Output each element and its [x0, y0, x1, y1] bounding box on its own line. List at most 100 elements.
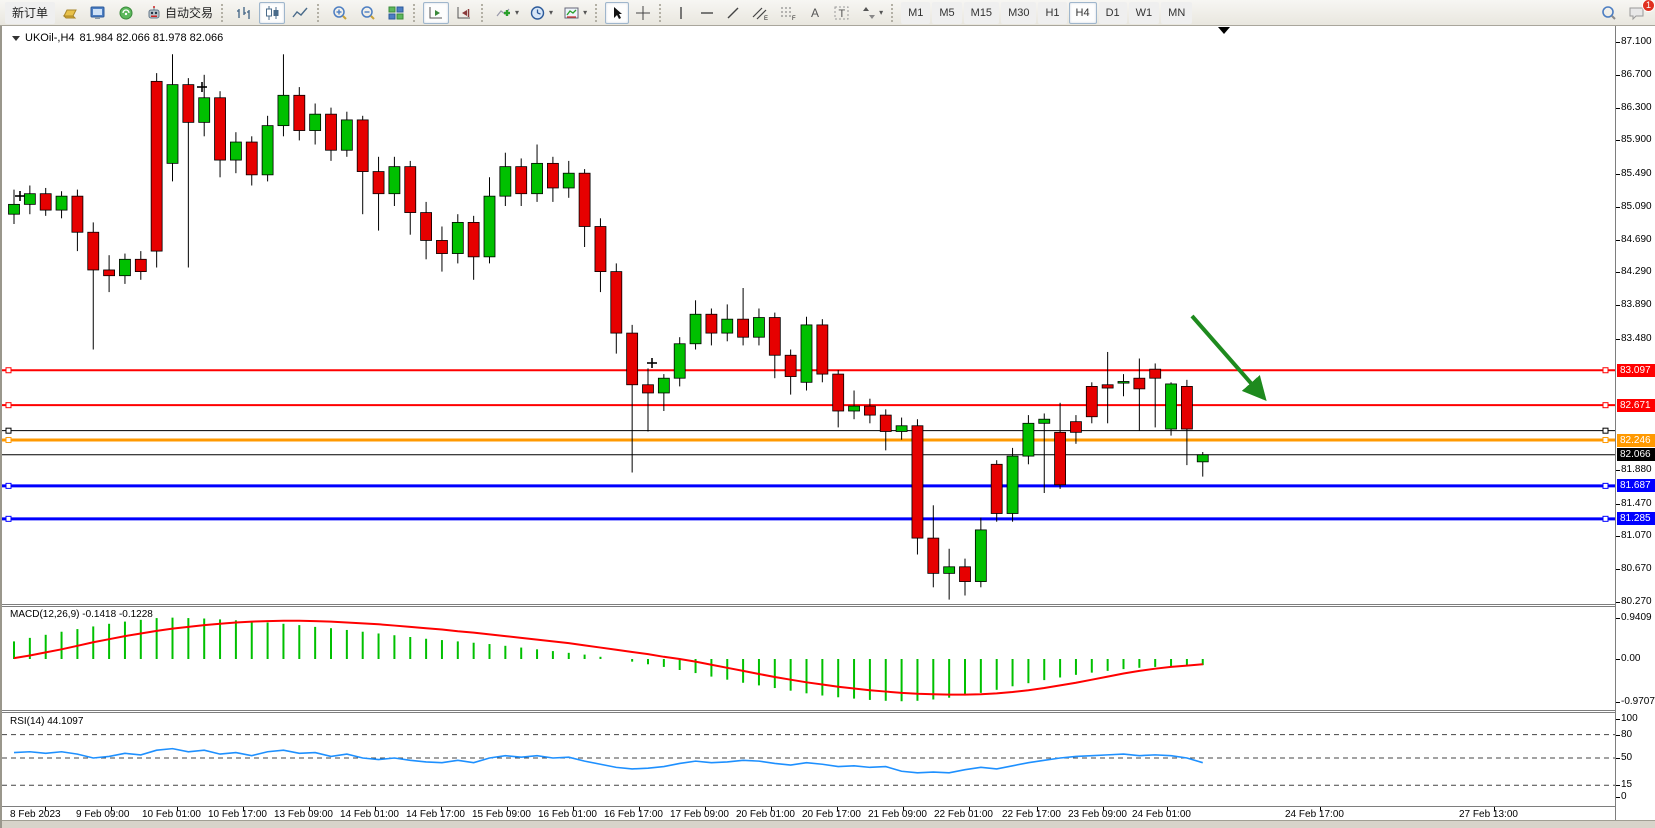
toolbar-grip[interactable]: [413, 4, 419, 22]
search-button[interactable]: [1596, 2, 1622, 24]
timeframe-mn[interactable]: MN: [1161, 2, 1192, 24]
price-level-tag: 82.671: [1617, 399, 1655, 412]
toolbar-grip[interactable]: [595, 4, 601, 22]
price-chart-canvas[interactable]: [2, 26, 1615, 604]
hline-82.671[interactable]: [2, 403, 1615, 408]
timeframe-m1[interactable]: M1: [901, 2, 930, 24]
templates-icon: [563, 5, 581, 21]
candle: [199, 75, 210, 137]
timeframe-m30[interactable]: M30: [1001, 2, 1036, 24]
candlestick-chart-button[interactable]: [259, 2, 285, 24]
crosshair-button[interactable]: [631, 2, 655, 24]
vertical-line-icon: [674, 5, 688, 21]
candle: [880, 409, 891, 450]
candle: [88, 222, 99, 349]
chart-shift-button[interactable]: [451, 2, 477, 24]
trendline-button[interactable]: [721, 2, 745, 24]
toolbar-grip[interactable]: [659, 4, 665, 22]
hline-81.285[interactable]: [2, 516, 1615, 521]
price-tick: 81.470: [1621, 498, 1652, 509]
rsi-chart-canvas[interactable]: [2, 713, 1615, 806]
timeframe-m5[interactable]: M5: [932, 2, 961, 24]
cross-marker[interactable]: [647, 358, 657, 368]
horizontal-line-icon: [699, 5, 715, 21]
timeframe-w1[interactable]: W1: [1129, 2, 1160, 24]
text-label-icon: T: [833, 5, 851, 21]
new-order-button[interactable]: 新订单: [5, 2, 55, 24]
axis-tick: [1616, 240, 1620, 241]
rsi-line: [14, 749, 1203, 773]
candle: [278, 54, 289, 136]
candle: [960, 559, 971, 596]
rsi-tick: 0: [1621, 791, 1627, 802]
text-label-button[interactable]: T: [829, 2, 855, 24]
current-price-tag: 82.066: [1617, 448, 1655, 461]
price-axis[interactable]: 87.10086.70086.30085.90085.49085.09084.6…: [1615, 26, 1655, 820]
hline-82.246[interactable]: [2, 438, 1615, 443]
svg-text:A: A: [811, 6, 819, 20]
fibonacci-button[interactable]: F: [775, 2, 801, 24]
timeframe-h4[interactable]: H4: [1069, 2, 1097, 24]
price-tick: 80.270: [1621, 596, 1652, 607]
toolbar-grip[interactable]: [221, 4, 227, 22]
vertical-line-button[interactable]: [669, 2, 693, 24]
axis-tick: [1616, 719, 1620, 720]
time-label: 22 Feb 17:00: [1002, 809, 1061, 820]
zoom-out-button[interactable]: [355, 2, 381, 24]
axis-tick: [1616, 75, 1620, 76]
channel-button[interactable]: E: [747, 2, 773, 24]
arrows-icon: [861, 5, 877, 21]
notifications-button[interactable]: 1: [1624, 2, 1650, 24]
candle: [690, 300, 701, 349]
toolbar-grip[interactable]: [481, 4, 487, 22]
timeframe-m15[interactable]: M15: [964, 2, 999, 24]
window-bottom-strip: [2, 820, 1655, 828]
arrows-button[interactable]: ▾: [857, 2, 887, 24]
time-label: 10 Feb 01:00: [142, 809, 201, 820]
cross-marker[interactable]: [197, 82, 207, 92]
candle: [833, 370, 844, 427]
time-axis[interactable]: 8 Feb 20239 Feb 09:0010 Feb 01:0010 Feb …: [2, 806, 1615, 820]
bar-chart-button[interactable]: [231, 2, 257, 24]
toolbar-grip[interactable]: [317, 4, 323, 22]
rsi-tick: 50: [1621, 752, 1632, 763]
candle: [246, 136, 257, 185]
templates-button[interactable]: ▾: [559, 2, 591, 24]
timeframe-d1[interactable]: D1: [1099, 2, 1127, 24]
candle: [1118, 374, 1129, 396]
text-button[interactable]: A: [803, 2, 827, 24]
candle: [769, 313, 780, 379]
hline-81.687[interactable]: [2, 483, 1615, 488]
rsi-tick: 100: [1621, 713, 1638, 724]
signal-button[interactable]: [113, 2, 139, 24]
price-tick: 84.690: [1621, 234, 1652, 245]
candle: [357, 116, 368, 214]
candle: [563, 161, 574, 198]
svg-text:T: T: [839, 8, 846, 20]
chevron-down-icon: ▾: [583, 8, 587, 17]
auto-scroll-button[interactable]: [423, 2, 449, 24]
horizontal-line-button[interactable]: [695, 2, 719, 24]
drawn-arrow[interactable]: [1192, 316, 1264, 398]
periods-button[interactable]: ▾: [525, 2, 557, 24]
axis-tick: [1616, 305, 1620, 306]
auto-trading-button[interactable]: 自动交易: [141, 2, 217, 24]
metaeditor-button[interactable]: [85, 2, 111, 24]
timeframe-h1[interactable]: H1: [1038, 2, 1066, 24]
line-chart-button[interactable]: [287, 2, 313, 24]
candle: [785, 350, 796, 395]
hline-82.360[interactable]: [2, 428, 1615, 433]
gold-ingot-icon: [61, 5, 79, 21]
indicators-button[interactable]: ▾: [491, 2, 523, 24]
rsi-tick: 15: [1621, 779, 1632, 790]
macd-chart-canvas[interactable]: [2, 607, 1615, 710]
tile-windows-button[interactable]: [383, 2, 409, 24]
toolbar-grip[interactable]: [891, 4, 897, 22]
cross-marker[interactable]: [15, 191, 25, 201]
gold-ingot-button[interactable]: [57, 2, 83, 24]
zoom-in-button[interactable]: [327, 2, 353, 24]
axis-tick: [1616, 536, 1620, 537]
chevron-down-icon: ▾: [549, 8, 553, 17]
cursor-button[interactable]: [605, 2, 629, 24]
candle: [104, 255, 115, 292]
